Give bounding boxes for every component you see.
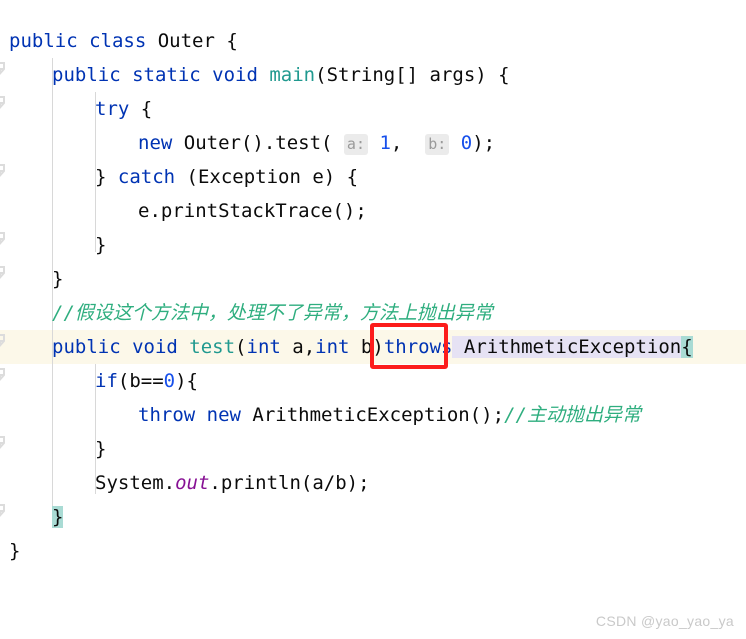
code-token: int — [315, 336, 361, 358]
code-token: } — [52, 506, 64, 528]
code-line[interactable]: if(b==0){ — [0, 364, 746, 398]
code-token: e.printStackTrace(); — [138, 200, 367, 222]
code-line[interactable]: } — [0, 262, 746, 296]
code-token: (Exception e) { — [186, 166, 359, 188]
code-token: a: — [343, 134, 368, 155]
code-token: 0 — [460, 132, 473, 154]
throws-annotation-rectangle — [370, 323, 448, 369]
code-token: Outer { — [157, 30, 238, 52]
code-token: } — [52, 268, 64, 290]
watermark-label: CSDN @yao_yao_ya — [595, 613, 734, 629]
code-line[interactable]: public static void main(String[] args) { — [0, 58, 746, 92]
code-token: static — [132, 64, 213, 86]
code-token: Outer().test( — [183, 132, 344, 154]
code-line[interactable]: } — [0, 228, 746, 262]
code-token: System. — [95, 472, 176, 494]
code-token: b: — [425, 134, 450, 155]
code-line[interactable]: public class Outer { — [0, 24, 746, 58]
code-line[interactable]: } — [0, 432, 746, 466]
code-token: public — [52, 336, 133, 358]
code-token: new — [138, 132, 184, 154]
code-token: public — [9, 30, 90, 52]
code-token: main — [269, 64, 316, 86]
code-token: void — [212, 64, 270, 86]
code-token: , — [390, 132, 426, 154]
code-token: } — [95, 438, 107, 460]
code-token: test — [189, 336, 236, 358]
code-token: (String[] args) { — [315, 64, 510, 86]
code-token: new — [206, 404, 253, 426]
code-token: 1 — [379, 132, 391, 154]
code-token: ArithmeticException — [452, 336, 682, 358]
code-editor-screenshot: public class Outer {public static void m… — [0, 0, 746, 639]
code-token: ); — [472, 132, 496, 154]
code-token: 0 — [163, 370, 176, 392]
code-token: int — [246, 336, 293, 358]
code-token: //假设这个方法中，处理不了异常，方法上抛出异常 — [52, 302, 493, 324]
code-line[interactable]: } — [0, 500, 746, 534]
code-line[interactable]: } catch (Exception e) { — [0, 160, 746, 194]
code-token: //主动抛出异常 — [504, 404, 641, 426]
code-line[interactable]: new Outer().test( a: 1, b: 0); — [0, 126, 746, 160]
code-token: ( — [235, 336, 247, 358]
code-token: ArithmeticException(); — [252, 404, 505, 426]
code-token: } — [95, 166, 118, 188]
code-token: catch — [117, 166, 187, 188]
code-token: throw — [138, 404, 207, 426]
code-token: try — [95, 98, 130, 120]
code-token: .println(a/b); — [209, 472, 370, 494]
code-token: { — [129, 98, 153, 120]
code-line[interactable]: throw new ArithmeticException();//主动抛出异常 — [0, 398, 746, 432]
code-token: ){ — [175, 370, 198, 392]
code-token: out — [175, 472, 210, 494]
code-token: void — [132, 336, 190, 358]
code-line[interactable]: } — [0, 534, 746, 568]
code-token: a, — [292, 336, 316, 358]
code-token: } — [9, 540, 21, 562]
code-token: (b== — [117, 370, 164, 392]
code-line[interactable]: e.printStackTrace(); — [0, 194, 746, 228]
code-token: public — [52, 64, 133, 86]
code-line[interactable]: System.out.println(a/b); — [0, 466, 746, 500]
code-token: } — [95, 234, 107, 256]
code-token: if — [95, 370, 118, 392]
code-token: { — [681, 336, 693, 358]
code-token: class — [89, 30, 158, 52]
code-line[interactable]: try { — [0, 92, 746, 126]
